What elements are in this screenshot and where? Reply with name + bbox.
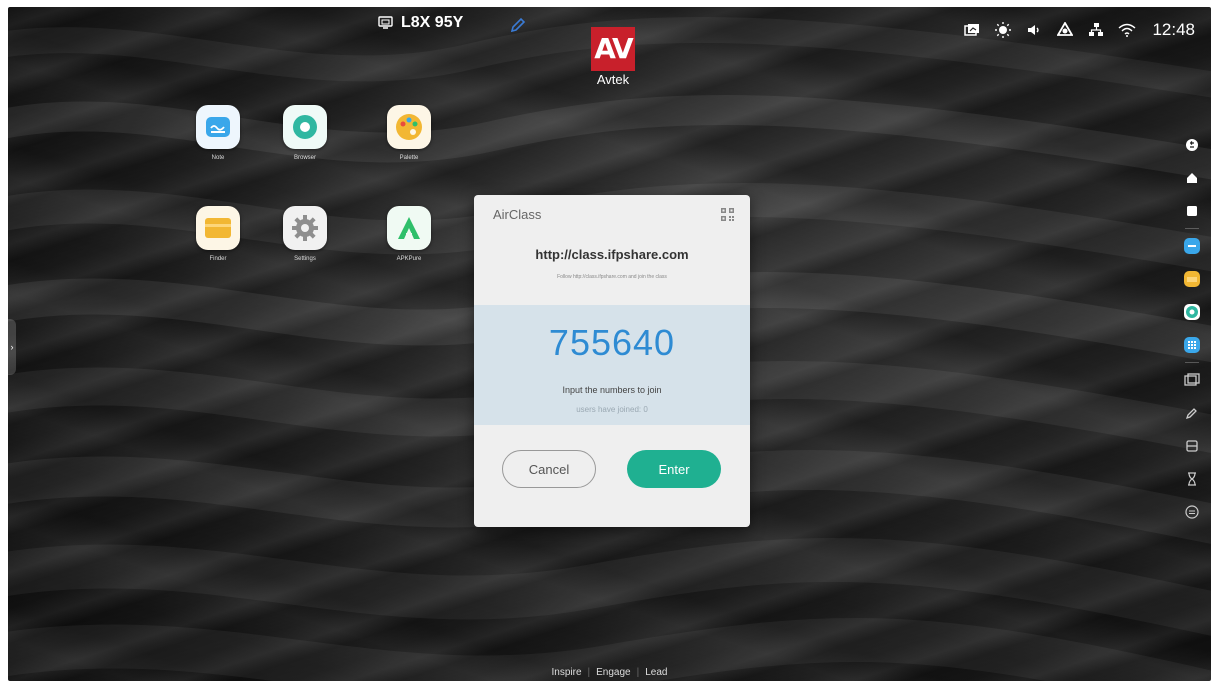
- cancel-button[interactable]: Cancel: [502, 450, 596, 488]
- app-browser[interactable]: Browser: [265, 105, 345, 161]
- sidebar-pen-icon[interactable]: [1182, 403, 1202, 423]
- sidebar-finder-icon[interactable]: [1182, 269, 1202, 289]
- brightness-icon[interactable]: [988, 19, 1018, 41]
- app-apkpure[interactable]: APKPure: [369, 206, 449, 262]
- tagline-inspire: Inspire: [551, 667, 582, 678]
- app-label: Note: [211, 155, 225, 161]
- sidebar-split-screen-icon[interactable]: [1182, 436, 1202, 456]
- settings-icon: [283, 206, 327, 250]
- sidebar-screen-share-icon[interactable]: [1182, 370, 1202, 390]
- app-label: Palette: [399, 155, 419, 161]
- code-panel: 755640 Input the numbers to join users h…: [474, 305, 750, 425]
- note-icon: [196, 105, 240, 149]
- sidebar-timer-icon[interactable]: [1182, 469, 1202, 489]
- input-hint: Input the numbers to join: [562, 385, 662, 395]
- home-icon[interactable]: [1182, 168, 1202, 188]
- screen-share-icon[interactable]: [957, 19, 987, 41]
- app-settings[interactable]: Settings: [265, 206, 345, 262]
- app-label: Finder: [209, 256, 227, 262]
- chevron-right-icon: ›: [10, 342, 14, 352]
- sidebar-divider: [1185, 228, 1199, 229]
- app-note[interactable]: Note: [178, 105, 258, 161]
- screen-cast-icon: [378, 16, 393, 29]
- room-code-text: L8X 95Y: [401, 14, 464, 31]
- browser-icon: [283, 105, 327, 149]
- tagline-engage: Engage: [596, 667, 631, 678]
- palette-icon: [387, 105, 431, 149]
- app-palette[interactable]: Palette: [369, 105, 449, 161]
- annotate-pen-icon[interactable]: [508, 15, 528, 40]
- joined-count: users have joined: 0: [576, 405, 648, 414]
- sidebar-browser-icon[interactable]: [1182, 302, 1202, 322]
- network-icon[interactable]: [1081, 19, 1111, 41]
- tagline-separator: |: [587, 667, 591, 678]
- footer-tagline: Inspire | Engage | Lead: [8, 667, 1211, 678]
- sidebar-apps-grid-icon[interactable]: [1182, 335, 1202, 355]
- app-finder[interactable]: Finder: [178, 206, 258, 262]
- right-sidebar: [1181, 135, 1203, 535]
- cloud-icon[interactable]: [1050, 19, 1080, 41]
- app-label: Settings: [294, 256, 316, 262]
- sidebar-more-icon[interactable]: [1182, 502, 1202, 522]
- recent-apps-icon[interactable]: [1182, 201, 1202, 221]
- desktop-screen: L8X 95Y AV Avtek 12:48 Note Browser Pale…: [8, 7, 1211, 681]
- airclass-dialog: AirClass http://class.ifpshare.com Follo…: [474, 195, 750, 527]
- class-code: 755640: [548, 322, 676, 363]
- tagline-lead: Lead: [645, 667, 668, 678]
- wifi-icon[interactable]: [1112, 19, 1142, 41]
- avtek-logo: AV Avtek: [590, 27, 636, 87]
- dialog-title: AirClass: [493, 207, 542, 222]
- status-bar: 12:48: [956, 19, 1195, 41]
- back-icon[interactable]: [1182, 135, 1202, 155]
- app-label: Browser: [293, 155, 316, 161]
- class-url: http://class.ifpshare.com: [535, 247, 689, 262]
- tagline-separator: |: [636, 667, 640, 678]
- qr-code-icon[interactable]: [721, 208, 734, 226]
- finder-icon: [196, 206, 240, 250]
- sidebar-divider: [1185, 362, 1199, 363]
- app-label: APKPure: [396, 256, 422, 262]
- enter-button[interactable]: Enter: [627, 450, 721, 488]
- sidebar-note-icon[interactable]: [1182, 236, 1202, 256]
- volume-icon[interactable]: [1019, 19, 1049, 41]
- left-drawer-handle[interactable]: ›: [8, 319, 16, 375]
- apkpure-icon: [387, 206, 431, 250]
- logo-text: Avtek: [596, 72, 630, 87]
- join-instructions: Follow http://class.ifpshare.com and joi…: [557, 274, 667, 280]
- avtek-logo-mark: AV: [591, 27, 635, 71]
- clock: 12:48: [1152, 20, 1195, 39]
- room-code: L8X 95Y: [378, 14, 463, 32]
